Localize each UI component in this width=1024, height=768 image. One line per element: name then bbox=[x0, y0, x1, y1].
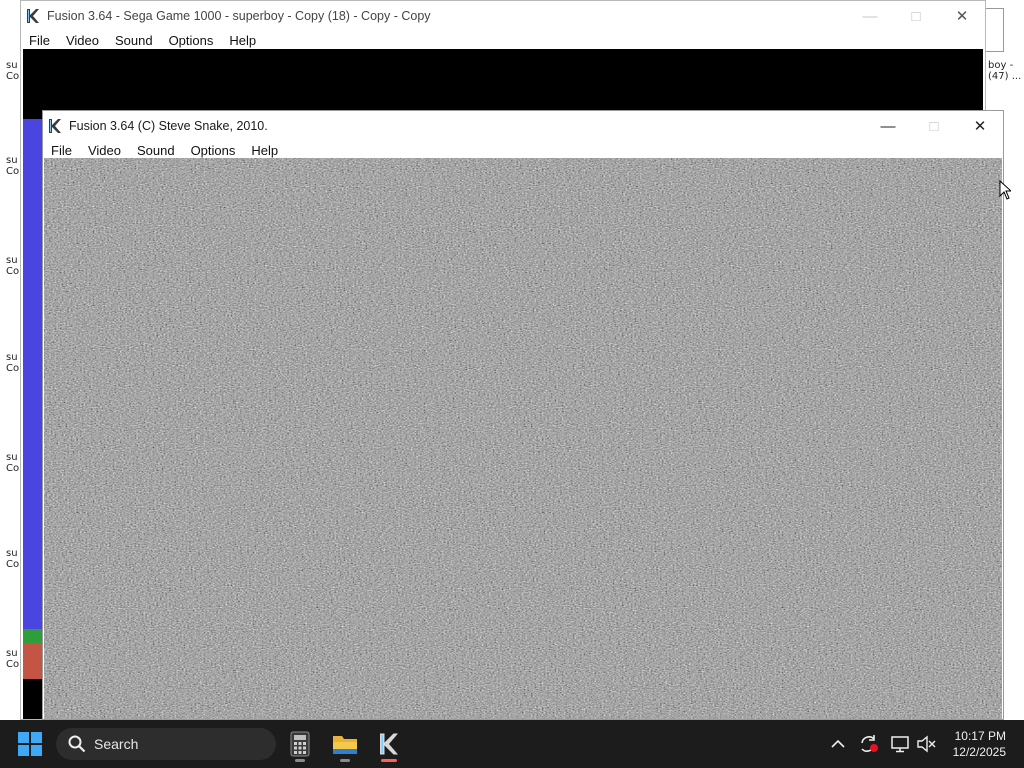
menu-file[interactable]: File bbox=[21, 33, 58, 48]
menu-sound[interactable]: Sound bbox=[129, 143, 183, 158]
fusion-app-icon bbox=[47, 118, 63, 134]
chevron-up-icon bbox=[831, 739, 845, 748]
menu-sound[interactable]: Sound bbox=[107, 33, 161, 48]
desktop-icon-label: boy - bbox=[988, 60, 1014, 71]
static-noise-screen[interactable] bbox=[44, 158, 1002, 719]
show-hidden-icons-button[interactable] bbox=[826, 732, 850, 756]
minimize-button[interactable]: — bbox=[847, 1, 893, 31]
fusion-app-icon bbox=[25, 8, 41, 24]
window-title: Fusion 3.64 (C) Steve Snake, 2010. bbox=[69, 119, 268, 133]
windows-start-icon[interactable] bbox=[18, 732, 42, 756]
clock-date: 12/2/2025 bbox=[952, 745, 1006, 759]
static-noise bbox=[44, 158, 1002, 719]
mouse-cursor-icon bbox=[999, 180, 1011, 200]
emulator-window[interactable]: Fusion 3.64 (C) Steve Snake, 2010. — □ ✕… bbox=[42, 110, 1004, 720]
minimize-button[interactable]: — bbox=[865, 111, 911, 141]
title-bar[interactable]: Fusion 3.64 - Sega Game 1000 - superboy … bbox=[21, 1, 985, 31]
menu-bar: File Video Sound Options Help bbox=[21, 31, 985, 49]
search-icon bbox=[68, 735, 86, 753]
running-indicator bbox=[340, 759, 350, 762]
volume-button[interactable] bbox=[914, 732, 938, 756]
calculator-icon bbox=[290, 731, 310, 757]
title-bar[interactable]: Fusion 3.64 (C) Steve Snake, 2010. bbox=[43, 111, 1003, 141]
menu-file[interactable]: File bbox=[43, 143, 80, 158]
menu-options[interactable]: Options bbox=[183, 143, 244, 158]
menu-bar: File Video Sound Options Help bbox=[43, 141, 1003, 159]
menu-help[interactable]: Help bbox=[243, 143, 286, 158]
menu-help[interactable]: Help bbox=[221, 33, 264, 48]
sync-icon bbox=[861, 735, 878, 752]
taskbar-app-fusion[interactable] bbox=[369, 726, 409, 762]
game-graphic bbox=[23, 629, 43, 643]
network-status-button[interactable] bbox=[888, 732, 912, 756]
desktop-icon[interactable]: boy - (47) ... bbox=[988, 60, 1022, 82]
desktop-icon-label: (47) ... bbox=[988, 71, 1022, 82]
close-button[interactable]: ✕ bbox=[939, 1, 985, 31]
window-controls: — □ ✕ bbox=[847, 1, 985, 31]
close-button[interactable]: ✕ bbox=[957, 111, 1003, 141]
system-clock[interactable]: 10:17 PM 12/2/2025 bbox=[953, 728, 1006, 760]
search-label: Search bbox=[94, 736, 139, 752]
window-controls: — □ ✕ bbox=[865, 111, 1003, 141]
file-explorer-icon bbox=[333, 736, 357, 754]
running-indicator bbox=[295, 759, 305, 762]
menu-video[interactable]: Video bbox=[58, 33, 107, 48]
network-icon bbox=[891, 736, 909, 753]
fusion-emulator-icon bbox=[380, 733, 398, 755]
game-graphic bbox=[23, 119, 43, 629]
clock-time: 10:17 PM bbox=[954, 729, 1006, 743]
game-graphic bbox=[23, 643, 43, 679]
window-title: Fusion 3.64 - Sega Game 1000 - superboy … bbox=[47, 9, 431, 23]
sync-status-button[interactable] bbox=[857, 732, 881, 756]
menu-video[interactable]: Video bbox=[80, 143, 129, 158]
taskbar-search-box[interactable]: Search bbox=[56, 728, 276, 760]
desktop-file-icon[interactable] bbox=[984, 8, 1004, 52]
menu-options[interactable]: Options bbox=[161, 33, 222, 48]
speaker-muted-icon bbox=[917, 735, 936, 753]
active-indicator bbox=[381, 759, 397, 762]
maximize-button[interactable]: □ bbox=[893, 1, 939, 31]
taskbar-app-calculator[interactable] bbox=[280, 726, 320, 762]
taskbar: Search 10:17 PM 12/2/2025 bbox=[0, 720, 1024, 768]
taskbar-app-file-explorer[interactable] bbox=[325, 726, 365, 762]
maximize-button[interactable]: □ bbox=[911, 111, 957, 141]
